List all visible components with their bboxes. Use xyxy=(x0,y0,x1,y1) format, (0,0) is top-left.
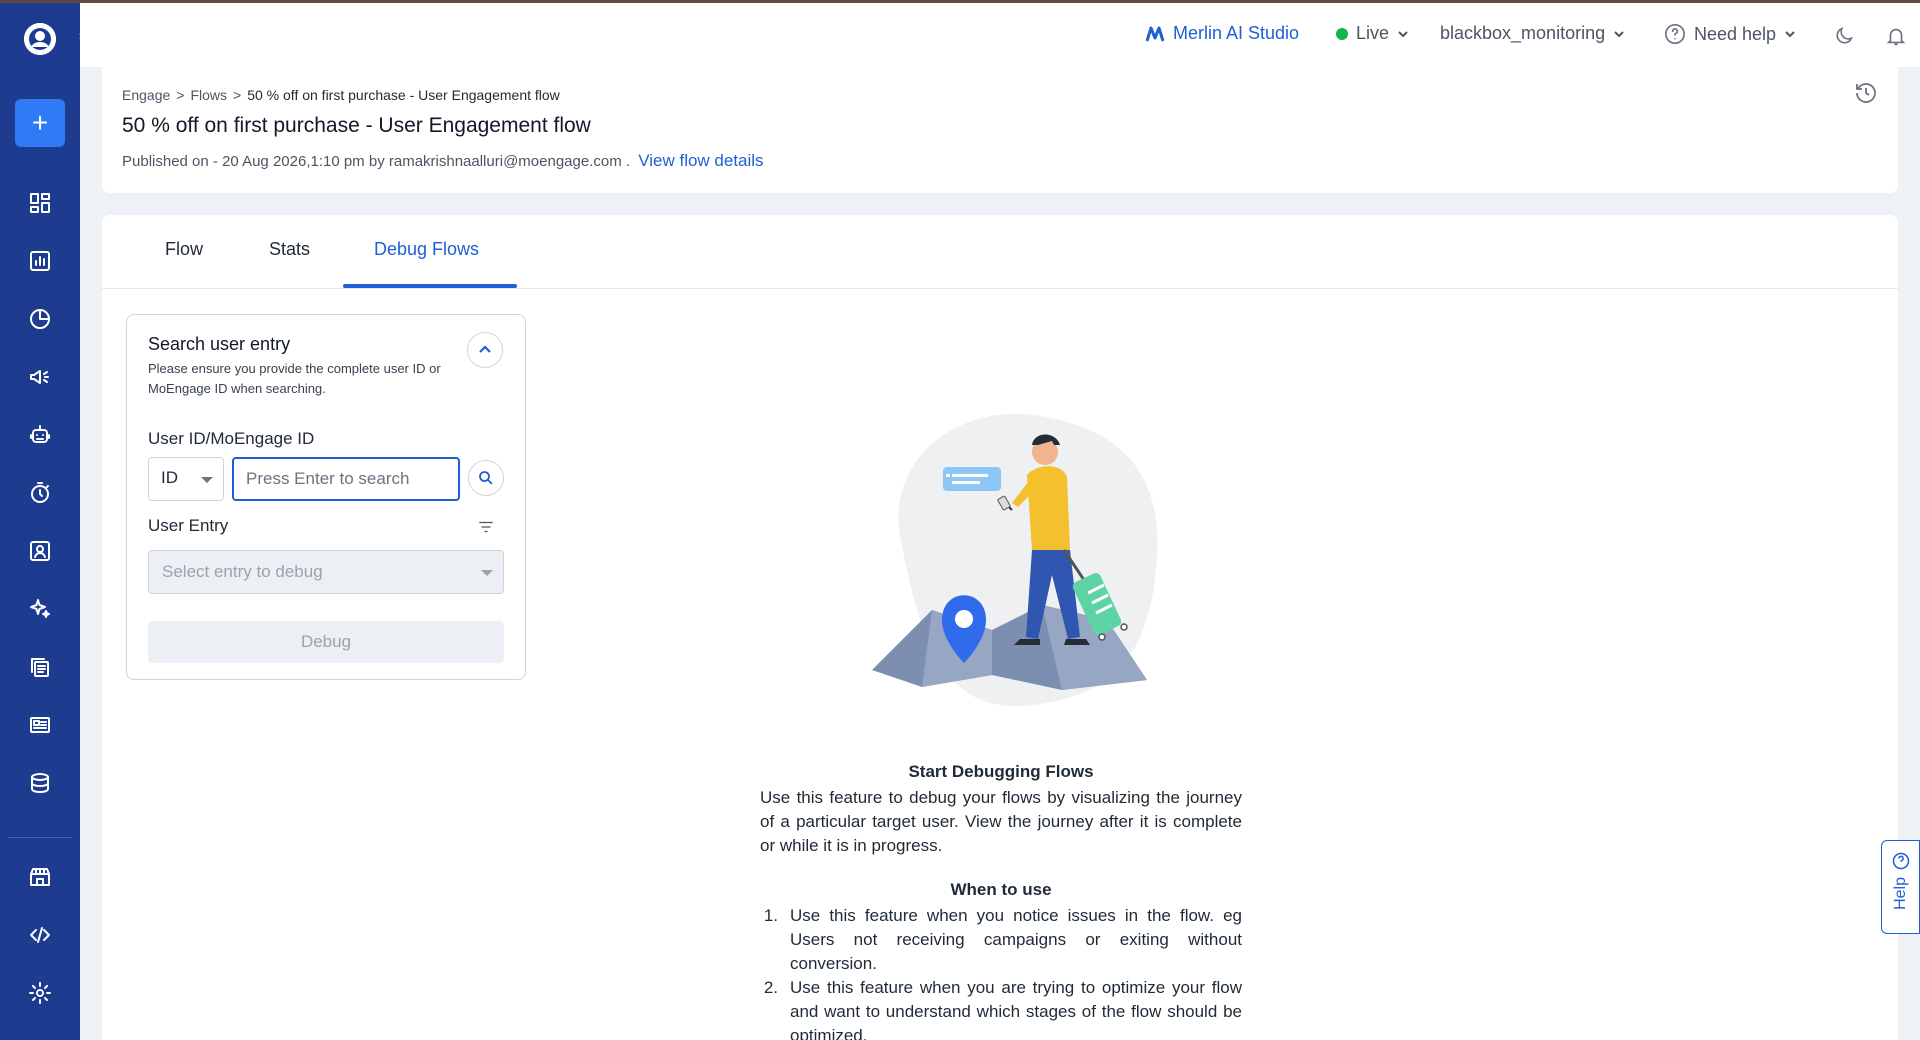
flow-title-card: Engage > Flows > 50 % off on first purch… xyxy=(102,67,1898,193)
published-text: Published on - 20 Aug 2026,1:10 pm by ra… xyxy=(122,153,631,170)
help-tab-label: Help xyxy=(1891,877,1909,910)
content-heading: Start Debugging Flows xyxy=(908,762,1094,781)
sparkle-icon[interactable] xyxy=(26,595,54,623)
merlin-label: Merlin AI Studio xyxy=(1173,23,1300,43)
tab-stats[interactable]: Stats xyxy=(269,239,310,260)
debug-info-content: Start Debugging Flows Use this feature t… xyxy=(760,760,1242,1040)
help-circle-icon xyxy=(1665,24,1685,44)
breadcrumb-engage[interactable]: Engage xyxy=(122,87,170,103)
debug-button[interactable]: Debug xyxy=(148,621,504,663)
breadcrumb-flows[interactable]: Flows xyxy=(190,87,227,103)
user-profile-icon[interactable] xyxy=(26,537,54,565)
entry-select-placeholder: Select entry to debug xyxy=(162,562,323,581)
database-icon[interactable] xyxy=(26,769,54,797)
search-icon xyxy=(479,471,493,485)
when-to-use-list: 1. Use this feature when you notice issu… xyxy=(760,904,1242,1040)
chevron-up-icon xyxy=(479,345,491,353)
collapse-panel-button[interactable] xyxy=(467,332,503,368)
segments-icon[interactable] xyxy=(26,305,54,333)
list-text: Use this feature when you are trying to … xyxy=(790,978,1242,1040)
code-icon[interactable] xyxy=(26,921,54,949)
list-text: Use this feature when you notice issues … xyxy=(790,906,1242,973)
project-dropdown[interactable]: blackbox_monitoring xyxy=(1440,23,1625,44)
list-item: 2. Use this feature when you are trying … xyxy=(760,976,1242,1040)
dashboard-icon[interactable] xyxy=(26,189,54,217)
caret-down-icon xyxy=(201,477,213,483)
help-side-tab[interactable]: Help xyxy=(1881,840,1920,934)
marketplace-icon[interactable] xyxy=(26,863,54,891)
project-label: blackbox_monitoring xyxy=(1440,23,1606,43)
user-id-label: User ID/MoEngage ID xyxy=(148,429,315,448)
bot-icon[interactable] xyxy=(26,421,54,449)
dark-mode-icon[interactable] xyxy=(1833,25,1855,52)
user-id-search-input[interactable] xyxy=(232,457,460,501)
chevron-down-icon xyxy=(1785,31,1795,38)
list-number: 1. xyxy=(763,906,778,925)
search-panel-description: Please ensure you provide the complete u… xyxy=(148,361,441,396)
need-help-label: Need help xyxy=(1694,23,1777,44)
list-item: 1. Use this feature when you notice issu… xyxy=(760,904,1242,976)
timer-icon[interactable] xyxy=(26,479,54,507)
tab-debug-flows[interactable]: Debug Flows xyxy=(374,239,479,260)
id-type-select[interactable]: ID xyxy=(148,457,224,501)
breadcrumb-separator: > xyxy=(233,87,242,103)
help-circle-icon xyxy=(1892,852,1909,870)
page-title: 50 % off on first purchase - User Engage… xyxy=(122,114,591,137)
templates-icon[interactable] xyxy=(26,711,54,739)
filter-icon[interactable] xyxy=(477,518,495,541)
search-button[interactable] xyxy=(468,460,504,496)
active-tab-indicator xyxy=(343,284,517,288)
history-icon[interactable] xyxy=(1854,81,1878,110)
environment-dropdown[interactable]: Live xyxy=(1336,23,1409,44)
campaigns-icon[interactable] xyxy=(26,363,54,391)
id-type-value: ID xyxy=(161,468,178,487)
view-flow-details-link[interactable]: View flow details xyxy=(638,151,763,170)
sidebar-divider xyxy=(8,837,72,838)
search-user-entry-panel: Search user entry Please ensure you prov… xyxy=(126,314,526,680)
search-panel-title: Search user entry xyxy=(148,334,291,354)
caret-down-icon xyxy=(481,570,493,576)
account-icon[interactable] xyxy=(24,23,56,55)
analytics-icon[interactable] xyxy=(26,247,54,275)
sidebar: › + xyxy=(0,3,92,1040)
user-entry-label: User Entry xyxy=(148,516,229,535)
notification-bell-icon[interactable] xyxy=(1885,25,1907,52)
merlin-logo-icon xyxy=(1145,26,1165,41)
traveler-illustration xyxy=(872,413,1158,707)
merlin-ai-studio-link[interactable]: Merlin AI Studio xyxy=(1145,23,1299,44)
breadcrumb-current: 50 % off on first purchase - User Engage… xyxy=(247,87,560,103)
when-to-use-heading: When to use xyxy=(950,880,1052,899)
create-button[interactable]: + xyxy=(15,99,65,147)
entry-select[interactable]: Select entry to debug xyxy=(148,550,504,594)
environment-label: Live xyxy=(1356,23,1390,43)
chevron-down-icon xyxy=(1398,30,1408,37)
list-number: 2. xyxy=(763,978,778,997)
published-info: Published on - 20 Aug 2026,1:10 pm by ra… xyxy=(122,151,764,171)
need-help-dropdown[interactable]: Need help xyxy=(1664,23,1796,45)
top-header: Merlin AI Studio Live blackbox_monitorin… xyxy=(80,3,1920,67)
chevron-down-icon xyxy=(1614,30,1624,37)
content-icon[interactable] xyxy=(26,653,54,681)
tab-bar: Flow Stats Debug Flows xyxy=(102,215,1898,289)
settings-icon[interactable] xyxy=(26,979,54,1007)
main-card: Flow Stats Debug Flows Search user entry… xyxy=(102,215,1898,1040)
breadcrumb-separator: > xyxy=(176,87,185,103)
live-status-dot xyxy=(1336,27,1348,40)
tab-flow[interactable]: Flow xyxy=(165,239,203,260)
content-paragraph: Use this feature to debug your flows by … xyxy=(760,788,1242,855)
breadcrumb: Engage > Flows > 50 % off on first purch… xyxy=(122,87,560,103)
